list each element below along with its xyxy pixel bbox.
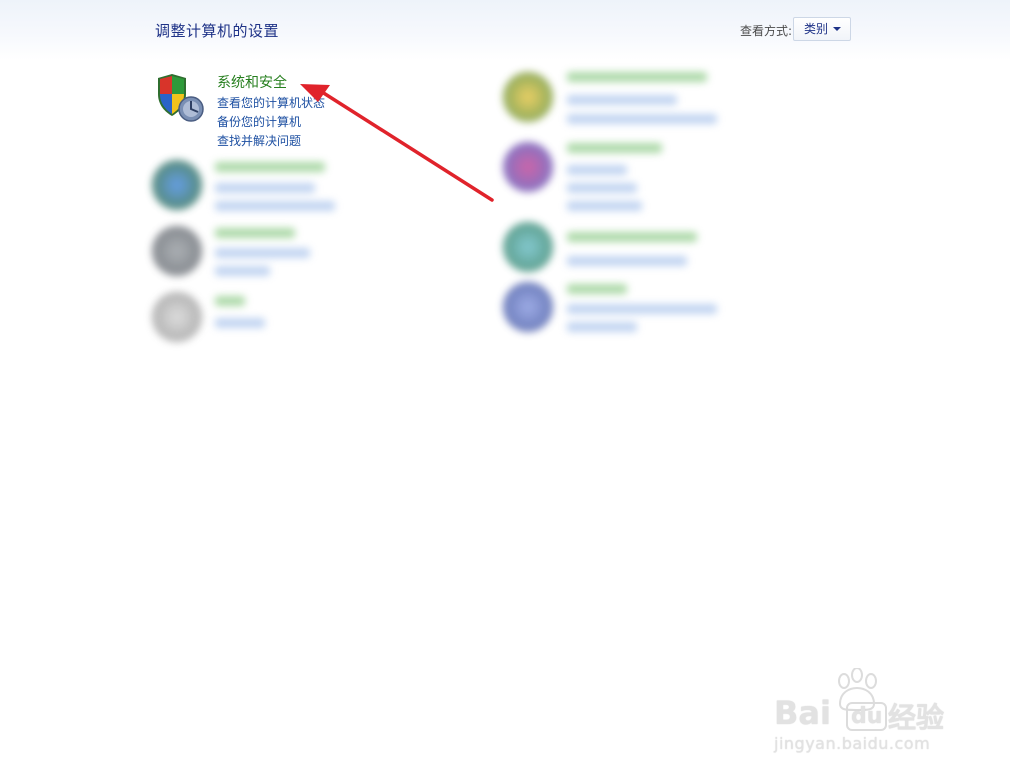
watermark-du-mark: du	[846, 702, 888, 731]
link-backup-computer[interactable]: 备份您的计算机	[217, 113, 301, 130]
category-system-security: 系统和安全 查看您的计算机状态 备份您的计算机 查找并解决问题	[155, 72, 355, 152]
chevron-down-icon	[833, 27, 841, 31]
annotation-arrow	[300, 84, 494, 202]
watermark: Bai du 经验 jingyan.baidu.com	[772, 668, 972, 768]
watermark-url: jingyan.baidu.com	[774, 734, 931, 753]
view-by-label: 查看方式:	[740, 24, 793, 38]
watermark-brand-right: 经验	[888, 701, 945, 734]
link-view-computer-status[interactable]: 查看您的计算机状态	[217, 94, 325, 111]
watermark-brand-left: Bai	[774, 694, 831, 732]
header-band	[0, 0, 1010, 60]
page-title: 调整计算机的设置	[155, 22, 280, 40]
link-find-fix-problems[interactable]: 查找并解决问题	[217, 132, 301, 149]
category-title-system-security[interactable]: 系统和安全	[217, 72, 287, 92]
view-by-value: 类别	[804, 22, 829, 36]
shield-icon[interactable]	[155, 72, 207, 124]
view-by-dropdown[interactable]: 类别	[793, 17, 851, 41]
